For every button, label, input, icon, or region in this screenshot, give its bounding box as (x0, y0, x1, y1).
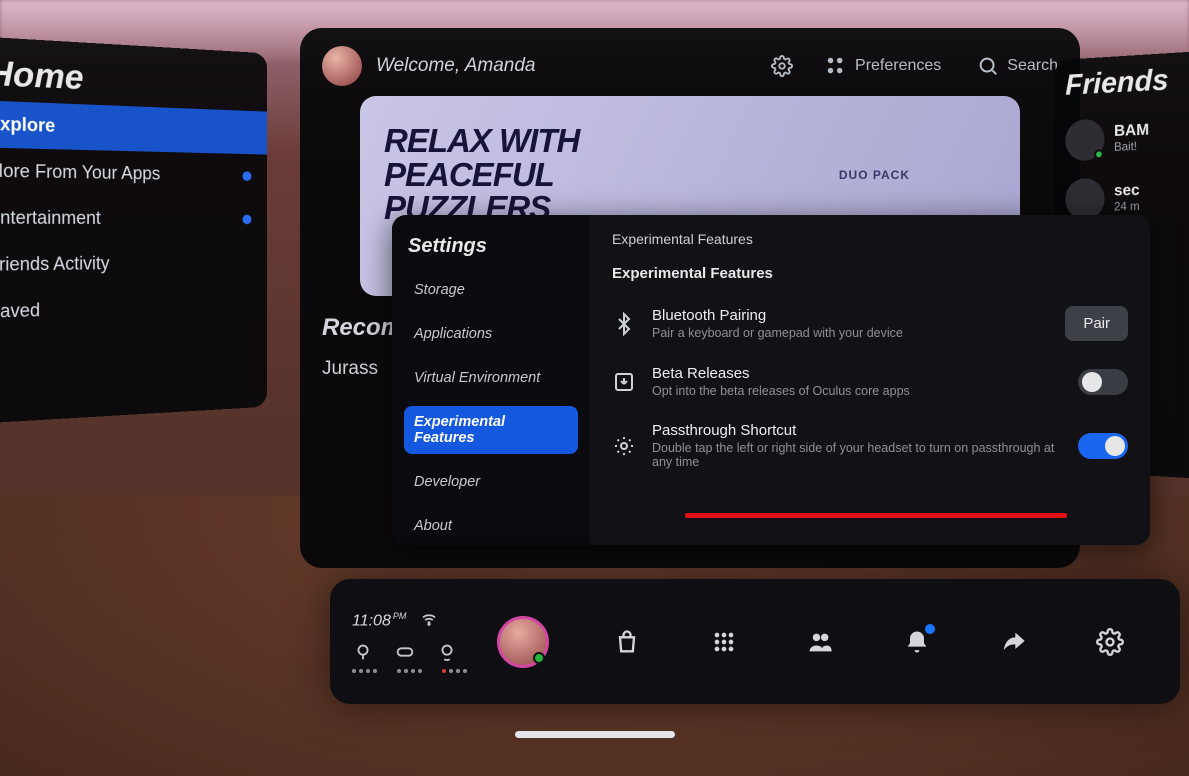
gear-icon (771, 55, 793, 77)
friend-status: 24 m (1114, 200, 1140, 214)
people-icon[interactable] (806, 628, 834, 656)
setting-title: Beta Releases (652, 365, 1062, 382)
share-icon[interactable] (999, 628, 1027, 656)
setting-title: Passthrough Shortcut (652, 422, 1062, 439)
apps-grid-icon[interactable] (710, 628, 738, 656)
hero-line: PEACEFUL (384, 156, 554, 193)
nav-label: Friends Activity (0, 253, 110, 276)
settings-title: Settings (408, 235, 574, 258)
notifications-icon[interactable] (903, 628, 931, 656)
eye-icon (612, 434, 636, 458)
sliders-icon (825, 55, 847, 77)
headset-icon[interactable] (394, 641, 416, 663)
bluetooth-icon (612, 312, 636, 336)
mic-icon[interactable] (436, 641, 458, 663)
settings-breadcrumb: Experimental Features (612, 231, 1128, 247)
friend-name: sec (1114, 182, 1140, 201)
taskbar-status: 11:08PM (352, 610, 467, 673)
settings-window: Settings Storage Applications Virtual En… (392, 215, 1150, 545)
setting-row-bluetooth: Bluetooth Pairing Pair a keyboard or gam… (612, 294, 1128, 353)
settings-sidebar: Settings Storage Applications Virtual En… (392, 215, 590, 545)
clock: 11:08PM (352, 611, 406, 630)
cast-icon[interactable] (352, 641, 374, 663)
notification-dot-icon (243, 171, 252, 181)
main-header: Welcome, Amanda Preferences Search (322, 46, 1058, 86)
friend-status: Bait! (1114, 140, 1149, 155)
drag-handle[interactable] (515, 731, 675, 738)
taskbar: 11:08PM (330, 579, 1180, 704)
setting-title: Bluetooth Pairing (652, 307, 1049, 324)
preferences-label: Preferences (855, 57, 941, 75)
search-label: Search (1007, 57, 1058, 75)
settings-gear-button[interactable] (771, 55, 793, 77)
annotation-underline (685, 513, 1067, 518)
nav-friends-activity[interactable]: Friends Activity (0, 241, 267, 289)
settings-nav-experimental[interactable]: Experimental Features (404, 406, 578, 454)
nav-label: Explore (0, 113, 55, 137)
setting-subtitle: Pair a keyboard or gamepad with your dev… (652, 326, 1049, 340)
friend-name: BAM (1114, 121, 1149, 141)
settings-icon[interactable] (1096, 628, 1124, 656)
online-indicator-icon (1094, 149, 1103, 159)
pair-button[interactable]: Pair (1065, 306, 1128, 341)
friend-avatar (1065, 178, 1104, 220)
nav-label: Entertainment (0, 207, 101, 229)
nav-saved[interactable]: Saved (0, 283, 267, 336)
settings-nav-virtual-environment[interactable]: Virtual Environment (404, 362, 578, 394)
welcome-text: Welcome, Amanda (376, 55, 535, 77)
setting-subtitle: Double tap the left or right side of you… (652, 441, 1062, 469)
nav-label: More From Your Apps (0, 160, 160, 184)
passthrough-toggle[interactable] (1078, 433, 1128, 459)
settings-nav-applications[interactable]: Applications (404, 318, 578, 350)
online-indicator-icon (533, 652, 545, 664)
nav-entertainment[interactable]: Entertainment (0, 194, 267, 241)
search-icon (977, 55, 999, 77)
friend-row[interactable]: BAMBait! (1065, 114, 1189, 162)
settings-nav-developer[interactable]: Developer (404, 466, 578, 498)
notification-dot-icon (243, 214, 252, 224)
setting-row-passthrough: Passthrough Shortcut Double tap the left… (612, 410, 1128, 481)
download-icon (612, 370, 636, 394)
settings-section-heading: Experimental Features (612, 265, 1128, 282)
user-avatar[interactable] (322, 46, 362, 86)
preferences-button[interactable]: Preferences (825, 55, 941, 77)
setting-row-beta: Beta Releases Opt into the beta releases… (612, 353, 1128, 410)
taskbar-avatar[interactable] (497, 616, 549, 668)
settings-nav-about[interactable]: About (404, 510, 578, 542)
nav-label: Saved (0, 300, 40, 323)
nav-more-from-apps[interactable]: More From Your Apps (0, 147, 267, 197)
settings-nav-storage[interactable]: Storage (404, 274, 578, 306)
store-icon[interactable] (613, 628, 641, 656)
home-panel: Home Explore More From Your Apps Enterta… (0, 36, 267, 424)
friend-row[interactable]: sec24 m (1065, 175, 1189, 220)
beta-toggle[interactable] (1078, 369, 1128, 395)
wifi-icon[interactable] (420, 610, 438, 631)
hero-line: RELAX WITH (384, 122, 579, 159)
battery-dots (352, 669, 467, 673)
hero-tag: DUO PACK (839, 168, 910, 182)
notification-badge-icon (925, 624, 935, 634)
settings-body: Experimental Features Experimental Featu… (590, 215, 1150, 545)
friends-title: Friends (1065, 60, 1189, 102)
friend-avatar (1065, 119, 1104, 162)
setting-subtitle: Opt into the beta releases of Oculus cor… (652, 384, 1062, 398)
search-button[interactable]: Search (977, 55, 1058, 77)
